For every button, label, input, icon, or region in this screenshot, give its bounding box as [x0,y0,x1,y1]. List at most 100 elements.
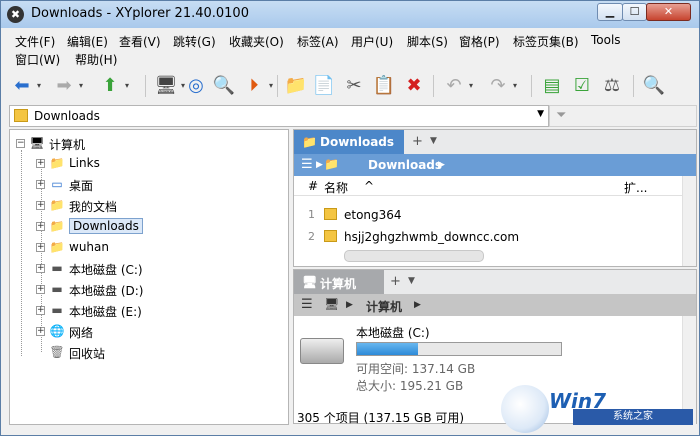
copy-icon[interactable]: 📄 [311,73,337,99]
collapse-icon[interactable]: − [16,139,25,148]
windows-drive-icon [300,338,344,364]
folder-icon [324,208,337,220]
user-folder-icon: 📁 [49,240,65,254]
new-folder-icon[interactable]: 📁 [283,73,309,99]
chevron-right-icon[interactable]: ▶ [316,160,323,170]
cut-icon[interactable]: ✂ [341,73,367,99]
menu-icon[interactable]: ☰ [301,297,313,312]
menu-go[interactable]: 跳转(G) [173,33,216,50]
menu-view[interactable]: 查看(V) [119,33,161,50]
downloads-folder-icon: 📁 [49,219,65,233]
chevron-down-icon[interactable]: ▼ [537,109,544,119]
weight-icon[interactable]: ⚖ [599,73,625,99]
folder-tree[interactable]: − 🖥 计算机 + 📁 Links + ▭ 桌面 + 📁 我的文档 + 📁 Do… [9,129,289,425]
tree-view-icon[interactable]: ▤ [539,73,565,99]
drive-free-space: 可用空间: 137.14 GB [356,362,476,376]
column-name[interactable]: 名称 [324,179,348,196]
row-number: 1 [308,208,315,221]
target-icon[interactable]: ◎ [183,73,209,99]
menu-window[interactable]: 窗口(W) [15,51,60,68]
menu-user[interactable]: 用户(U) [351,33,393,50]
chevron-right-icon[interactable]: ▶ [346,300,353,310]
breadcrumb-item[interactable]: Downloads [368,158,442,172]
delete-icon[interactable]: ✖ [401,73,427,99]
paste-icon[interactable]: 📋 [371,73,397,99]
computer-icon[interactable]: 🖥 ▾ [153,73,185,99]
vertical-scrollbar[interactable] [682,176,696,266]
expand-icon[interactable]: + [36,264,45,273]
chevron-right-icon[interactable]: ▶ [438,160,445,170]
sort-indicator-icon: ^ [364,179,375,193]
folder-icon [14,109,28,122]
chevron-right-icon[interactable]: ▶ [414,300,421,310]
toolbar: ⬅ ▾ ➡ ▾ ⬆ ▾ 🖥 ▾ ◎ 🔍 ⏵ ▾ 📁 📄 ✂ 📋 ✖ ↶ ▾ ↷ ▾ ▤ ☑ ⚖… [1,69,699,103]
column-extension[interactable]: 扩... [624,179,647,196]
undo-icon[interactable]: ↶ ▾ [441,73,473,99]
expand-icon[interactable]: + [36,285,45,294]
checkbox-icon[interactable]: ☑ [569,73,595,99]
filter-icon[interactable]: ⏷ [556,108,566,123]
breadcrumb: ☰ ▶ 📁 Downloads ▶ [294,154,696,176]
menu-favorites[interactable]: 收藏夹(O) [229,33,284,50]
menu-bar: 文件(F) 编辑(E) 查看(V) 跳转(G) 收藏夹(O) 标签(A) 用户(… [1,30,699,68]
expand-icon[interactable]: + [36,222,45,231]
tree-label: 本地磁盘 (C:) [69,263,143,277]
computer-icon: 🖥 [324,297,340,311]
row-number: 2 [308,230,315,243]
drive-icon: ▬ [51,282,63,296]
menu-tools[interactable]: Tools [591,33,621,47]
back-arrow-icon[interactable]: ⬅ ▾ [9,73,41,99]
folder-icon: 📁 [324,157,339,171]
tab-downloads[interactable]: 📁 Downloads [294,130,404,154]
expand-icon[interactable]: + [36,243,45,252]
chevron-down-icon[interactable]: ▼ [430,136,437,146]
menu-scripting[interactable]: 脚本(S) [407,33,448,50]
forward-arrow-icon[interactable]: ➡ ▾ [51,73,83,99]
chevron-down-icon[interactable]: ▼ [408,276,415,286]
minimize-button[interactable]: ▁ [597,3,623,21]
tab-bar: 📁 Downloads + ▼ [294,130,696,154]
menu-file[interactable]: 文件(F) [15,33,55,50]
add-tab-button[interactable]: + [412,134,423,149]
file-pane-1[interactable]: 📁 Downloads + ▼ ☰ ▶ 📁 Downloads ▶ # 名称 ^… [293,129,697,267]
menu-help[interactable]: 帮助(H) [75,51,117,68]
up-arrow-icon[interactable]: ⬆ ▾ [97,73,129,99]
desktop-icon: ▭ [51,177,63,191]
file-name: etong364 [344,208,402,222]
maximize-button[interactable]: ☐ [622,3,647,21]
redo-icon[interactable]: ↷ ▾ [485,73,517,99]
xyplorer-app-icon[interactable]: ✖ [7,6,24,23]
status-text: 305 个项目 (137.15 GB 可用) [297,411,465,425]
breadcrumb-item[interactable]: 计算机 [366,298,402,315]
table-row[interactable]: 2 hsjj2ghgzhwmb_downcc.com [294,226,682,248]
search-icon[interactable]: 🔍 [641,73,667,99]
column-hash[interactable]: # [308,179,318,193]
menu-tags[interactable]: 标签(A) [297,33,339,50]
menu-edit[interactable]: 编辑(E) [67,33,108,50]
title-bar[interactable]: ✖ Downloads - XYplorer 21.40.0100 ▁ ☐ ✕ [1,1,699,28]
drive-name: 本地磁盘 (C:) [356,326,430,340]
filter-bar[interactable]: ⏷ [549,105,697,127]
menu-icon[interactable]: ☰ [301,157,313,172]
expand-icon[interactable]: + [36,180,45,189]
go-next-icon[interactable]: ⏵ ▾ [241,73,274,99]
add-tab-button[interactable]: + [390,274,401,289]
horizontal-scrollbar[interactable] [344,250,484,262]
menu-tabsets[interactable]: 标签页集(B) [513,33,579,50]
toolbar-separator [531,75,532,97]
tree-label: 桌面 [69,179,94,193]
address-bar[interactable]: Downloads ▼ [9,105,549,127]
documents-icon: 📁 [49,198,65,212]
menu-panes[interactable]: 窗格(P) [459,33,500,50]
expand-icon[interactable]: + [36,159,45,168]
tab-computer[interactable]: 🖥 计算机 [294,270,384,294]
toolbar-separator [633,75,634,97]
find-files-icon[interactable]: 🔍 [211,73,237,99]
expand-icon[interactable]: + [36,327,45,336]
close-button[interactable]: ✕ [646,3,691,21]
drive-icon: ▬ [51,303,63,317]
expand-icon[interactable]: + [36,201,45,210]
expand-icon[interactable]: + [36,306,45,315]
drive-usage-fill [357,343,419,355]
table-row[interactable]: 1 etong364 [294,204,682,226]
